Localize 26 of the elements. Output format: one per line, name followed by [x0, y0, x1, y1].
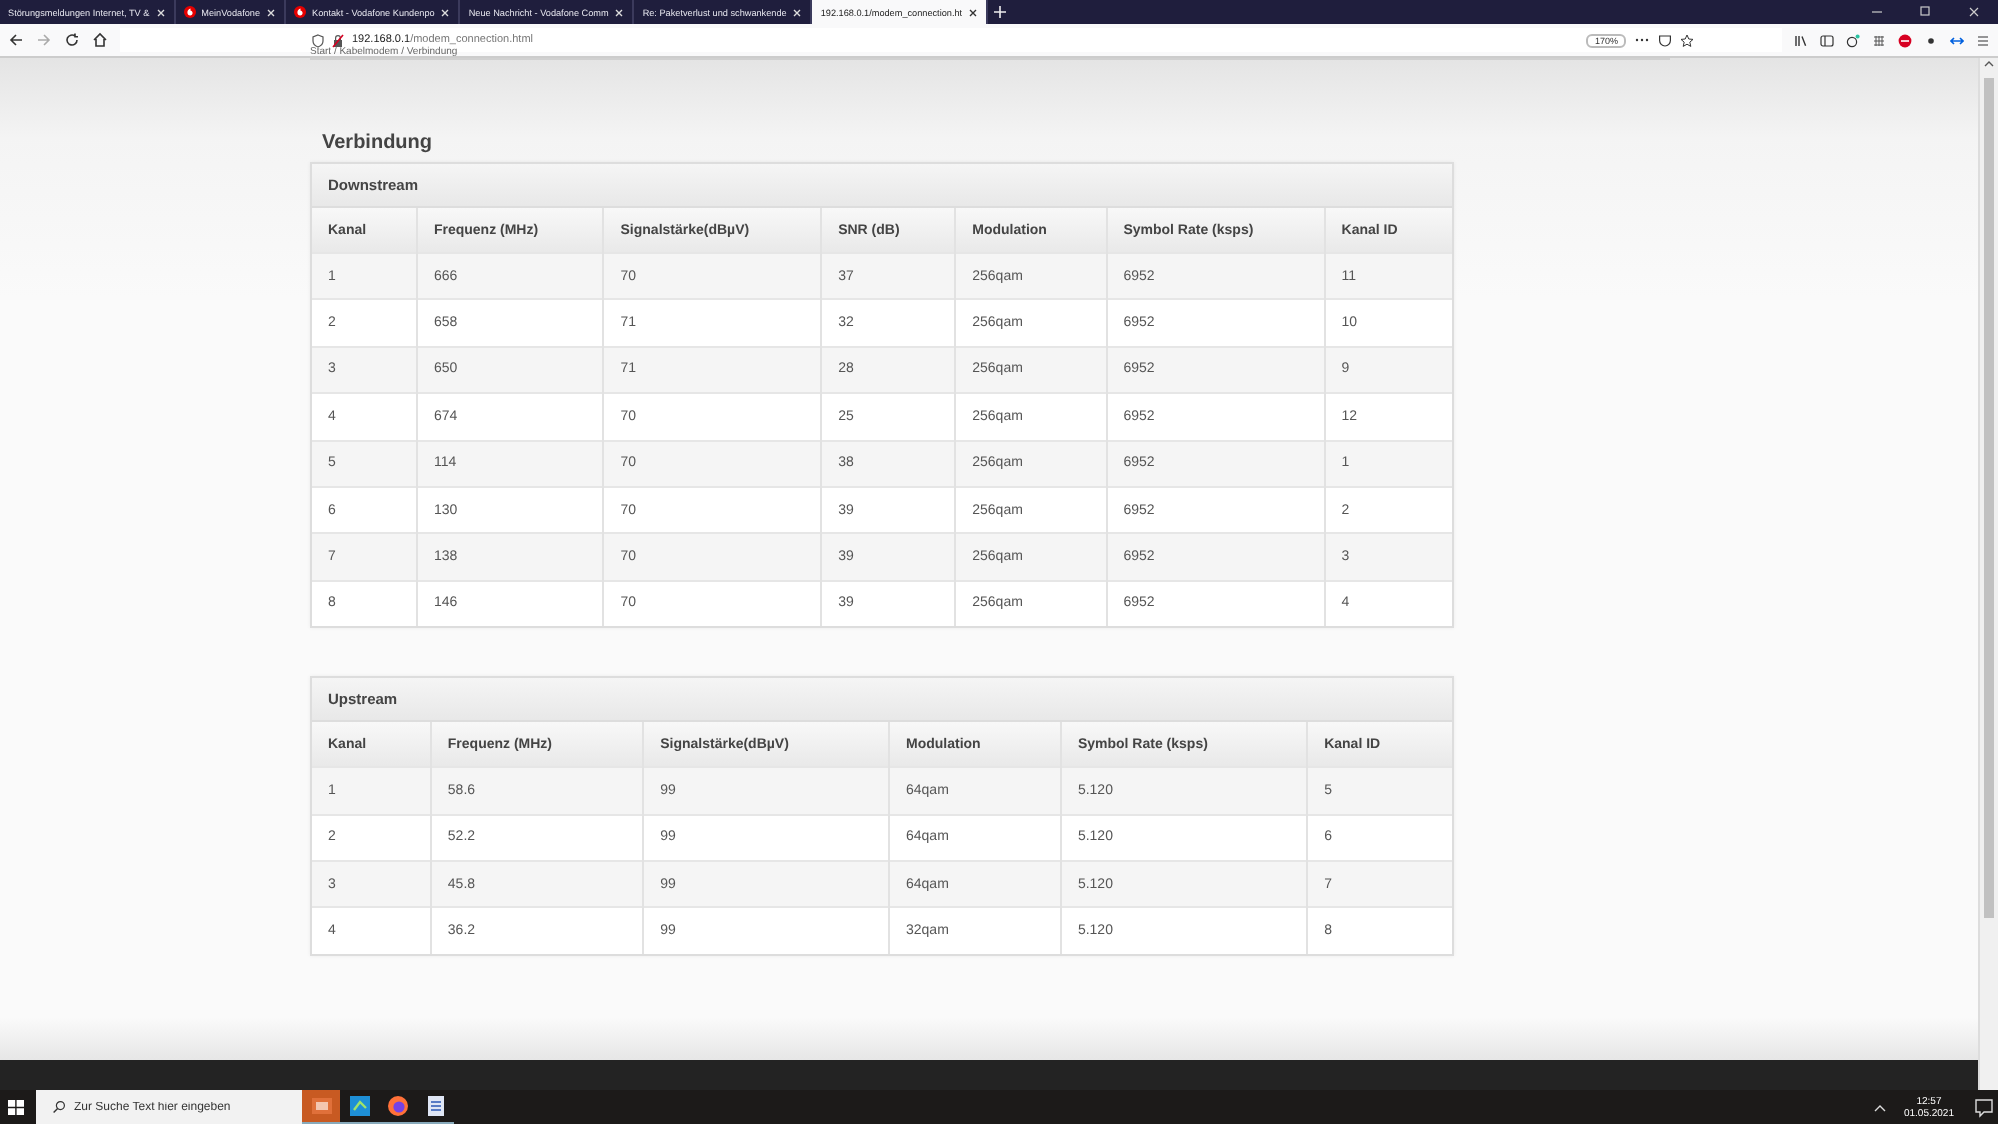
arrows-icon[interactable]: [1950, 33, 1964, 47]
grid-icon[interactable]: [1872, 33, 1886, 47]
vodafone-logo-icon: [294, 6, 307, 18]
reload-icon[interactable]: [64, 32, 80, 48]
extension-icon[interactable]: [1846, 33, 1860, 47]
vodafone-logo-icon: [183, 6, 196, 18]
more-dots-icon[interactable]: [1634, 34, 1650, 46]
page-title: Verbindung: [322, 132, 434, 154]
search-icon: [52, 1100, 66, 1114]
firefox-icon[interactable]: [385, 1094, 409, 1118]
remote-desktop-icon[interactable]: [347, 1094, 371, 1118]
home-icon[interactable]: [92, 32, 108, 48]
stop-sign-icon[interactable]: [1898, 33, 1912, 47]
library-icon[interactable]: [1794, 33, 1808, 47]
mail-app-icon[interactable]: [309, 1094, 333, 1118]
scroll-up-icon[interactable]: [1982, 58, 1996, 70]
document-app-icon[interactable]: [423, 1094, 447, 1118]
star-icon[interactable]: [1680, 33, 1694, 47]
menu-icon[interactable]: [1976, 33, 1990, 47]
insecure-lock-icon: [332, 33, 344, 47]
scrollbar-thumb[interactable]: [1984, 78, 1994, 918]
sidebar-icon[interactable]: [1820, 33, 1834, 47]
back-arrow-icon[interactable]: [8, 32, 24, 48]
pocket-icon[interactable]: [1658, 33, 1672, 47]
close-icon[interactable]: [968, 7, 979, 17]
shield-icon: [312, 33, 324, 47]
